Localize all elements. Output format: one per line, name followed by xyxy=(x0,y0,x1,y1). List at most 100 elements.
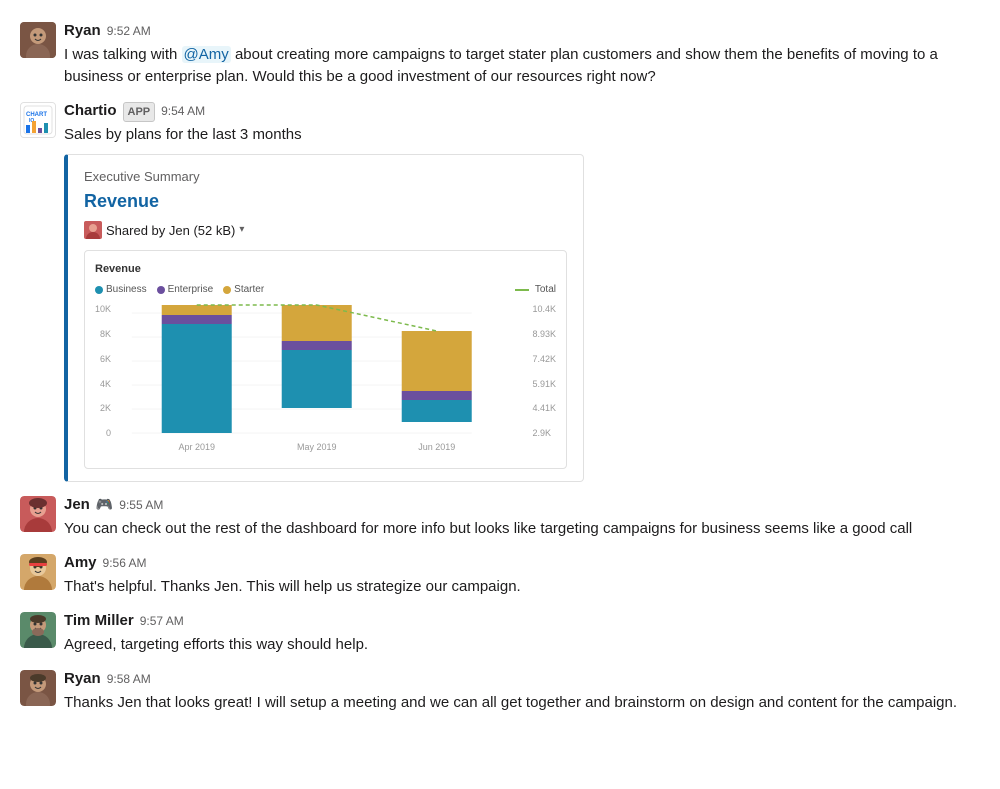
legend-enterprise: Enterprise xyxy=(157,283,214,298)
message-group-amy: Amy 9:56 AM That's helpful. Thanks Jen. … xyxy=(0,548,1000,602)
message-header: Ryan 9:52 AM xyxy=(64,20,980,42)
message-text: Sales by plans for the last 3 months xyxy=(64,124,980,146)
amy-avatar xyxy=(20,554,56,590)
x-label-apr: Apr 2019 xyxy=(178,442,215,452)
message-group-ryan-1: Ryan 9:52 AM I was talking with @Amy abo… xyxy=(0,16,1000,92)
legend-business: Business xyxy=(95,283,147,298)
message-header: Ryan 9:58 AM xyxy=(64,668,980,690)
shared-by-row: Shared by Jen (52 kB) ▾ xyxy=(84,221,567,240)
shared-by-text: Shared by Jen (52 kB) xyxy=(106,221,235,240)
y-label-right: 8.93K xyxy=(532,328,556,341)
bar-may-starter xyxy=(282,305,352,341)
y-label-right: 7.42K xyxy=(532,353,556,366)
chartio-message-content: Chartio APP 9:54 AM Sales by plans for t… xyxy=(64,100,980,482)
avatar xyxy=(20,22,56,58)
revenue-chart: Revenue Business Enterprise Starter xyxy=(84,250,567,470)
y-label: 2K xyxy=(95,402,111,415)
sender-name: Tim Miller xyxy=(64,610,134,632)
ryan2-message-content: Ryan 9:58 AM Thanks Jen that looks great… xyxy=(64,668,980,714)
legend-dot-business xyxy=(95,286,103,294)
legend-total: Total xyxy=(515,283,556,298)
sender-name: Ryan xyxy=(64,668,101,690)
bar-apr-business xyxy=(162,324,232,433)
message-header: Chartio APP 9:54 AM xyxy=(64,100,980,122)
tim-message-content: Tim Miller 9:57 AM Agreed, targeting eff… xyxy=(64,610,980,656)
y-label-right: 10.4K xyxy=(532,303,556,316)
bar-apr-starter xyxy=(162,305,232,315)
bar-may-enterprise xyxy=(282,341,352,350)
legend-starter: Starter xyxy=(223,283,264,298)
card-section-title: Executive Summary xyxy=(84,167,567,186)
legend-label-business: Business xyxy=(106,283,147,298)
message-group-chartio: CHART IO Chartio APP 9:54 AM Sales by pl… xyxy=(0,96,1000,486)
bar-jun-enterprise xyxy=(402,391,472,400)
timestamp: 9:55 AM xyxy=(119,497,163,515)
message-text: Agreed, targeting efforts this way shoul… xyxy=(64,634,980,656)
timestamp: 9:57 AM xyxy=(140,613,184,631)
message-text: I was talking with @Amy about creating m… xyxy=(64,44,980,88)
y-axis-left: 10K 8K 6K 4K 2K 0 xyxy=(95,303,115,458)
card-title[interactable]: Revenue xyxy=(84,188,567,214)
chart-legend: Business Enterprise Starter Total xyxy=(95,283,556,298)
ryan-avatar-icon xyxy=(20,22,56,58)
y-label: 8K xyxy=(95,328,111,341)
jen-avatar-small xyxy=(84,221,102,239)
tim-avatar-icon xyxy=(20,612,56,648)
jen-small-icon xyxy=(84,221,102,239)
ryan-avatar-2 xyxy=(20,670,56,706)
x-label-jun: Jun 2019 xyxy=(418,442,455,452)
message-header: Amy 9:56 AM xyxy=(64,552,980,574)
amy-avatar-icon xyxy=(20,554,56,590)
timestamp: 9:58 AM xyxy=(107,671,151,689)
y-label: 4K xyxy=(95,378,111,391)
timestamp: 9:54 AM xyxy=(161,103,205,121)
y-label-right: 5.91K xyxy=(532,378,556,391)
y-axis-right: 10.4K 8.93K 7.42K 5.91K 4.41K 2.9K xyxy=(528,303,556,458)
message-header: Jen 🎮 9:55 AM xyxy=(64,494,980,516)
message-header: Tim Miller 9:57 AM xyxy=(64,610,980,632)
ryan-avatar-2-icon xyxy=(20,670,56,706)
sender-name: Chartio xyxy=(64,100,117,122)
chart-title: Revenue xyxy=(95,261,556,277)
message-group-jen: Jen 🎮 9:55 AM You can check out the rest… xyxy=(0,490,1000,544)
message-text: Thanks Jen that looks great! I will setu… xyxy=(64,692,980,714)
jen-emoji-icon: 🎮 xyxy=(96,494,113,515)
chart-body: 10K 8K 6K 4K 2K 0 xyxy=(95,303,556,458)
y-label-right: 2.9K xyxy=(532,427,556,440)
amy-message-content: Amy 9:56 AM That's helpful. Thanks Jen. … xyxy=(64,552,980,598)
message-text: That's helpful. Thanks Jen. This will he… xyxy=(64,576,980,598)
app-badge: APP xyxy=(123,102,156,122)
y-label: 6K xyxy=(95,353,111,366)
legend-dot-enterprise xyxy=(157,286,165,294)
chartio-avatar: CHART IO xyxy=(20,102,56,138)
bar-may-business xyxy=(282,350,352,408)
chart-card[interactable]: Executive Summary Revenue Shared by Jen … xyxy=(64,154,584,482)
message-group-tim: Tim Miller 9:57 AM Agreed, targeting eff… xyxy=(0,606,1000,660)
message-text: You can check out the rest of the dashbo… xyxy=(64,518,980,540)
sender-name: Amy xyxy=(64,552,97,574)
legend-label-starter: Starter xyxy=(234,283,264,298)
legend-label-enterprise: Enterprise xyxy=(168,283,214,298)
chart-svg: Apr 2019 May 2019 Jun 2019 xyxy=(115,303,528,458)
jen-avatar-icon xyxy=(20,496,56,532)
timestamp: 9:56 AM xyxy=(103,555,147,573)
dropdown-arrow-icon[interactable]: ▾ xyxy=(239,223,244,238)
bar-apr-enterprise xyxy=(162,315,232,324)
bar-jun-business xyxy=(402,400,472,422)
bar-jun-starter xyxy=(402,331,472,391)
y-label: 10K xyxy=(95,303,111,316)
message-group-ryan-2: Ryan 9:58 AM Thanks Jen that looks great… xyxy=(0,664,1000,718)
tim-avatar xyxy=(20,612,56,648)
x-label-may: May 2019 xyxy=(297,442,337,452)
timestamp: 9:52 AM xyxy=(107,23,151,41)
y-label-right: 4.41K xyxy=(532,402,556,415)
message-content: Ryan 9:52 AM I was talking with @Amy abo… xyxy=(64,20,980,88)
jen-avatar xyxy=(20,496,56,532)
y-label: 0 xyxy=(95,427,111,440)
legend-line-total xyxy=(515,289,529,291)
legend-dot-starter xyxy=(223,286,231,294)
sender-name: Jen xyxy=(64,494,90,516)
mention-amy[interactable]: @Amy xyxy=(182,46,231,63)
jen-message-content: Jen 🎮 9:55 AM You can check out the rest… xyxy=(64,494,980,540)
sender-name: Ryan xyxy=(64,20,101,42)
